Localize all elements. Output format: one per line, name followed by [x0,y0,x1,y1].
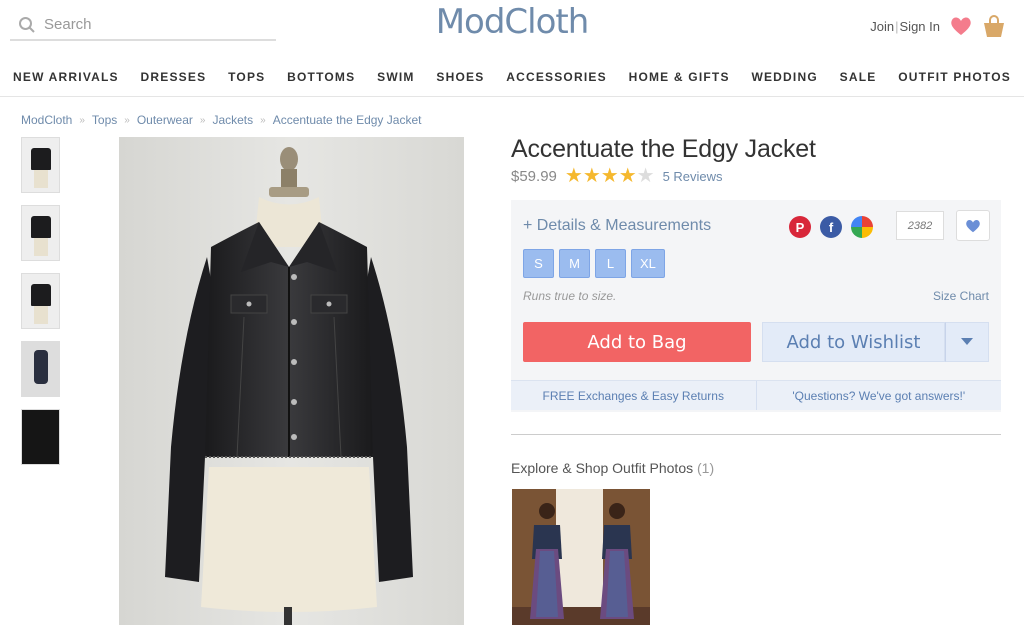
thumbnail-3[interactable] [21,273,60,329]
join-link[interactable]: Join [870,19,894,34]
size-button-m[interactable]: M [559,249,590,278]
modcloth-logo[interactable]: ModCloth [436,2,590,42]
outfit-photos [512,489,650,625]
thumbnail-5[interactable] [21,409,60,465]
nav-shoes[interactable]: SHOES [436,63,484,91]
size-button-xl[interactable]: XL [631,249,665,278]
outfit-photo-image [512,489,581,625]
breadcrumb-separator: » [124,114,130,126]
breadcrumb-separator: » [79,114,85,126]
reviews-link[interactable]: 5 Reviews [663,169,723,184]
breadcrumb-modcloth[interactable]: ModCloth [21,113,72,127]
price-rating-row: $59.99 ★ ★ ★ ★ ★ 5 Reviews [511,165,723,187]
rating-stars[interactable]: ★ ★ ★ ★ ★ [564,165,655,187]
nav-home-gifts[interactable]: HOME & GIFTS [629,63,730,91]
star-empty-icon: ★ [636,165,655,187]
google-share-icon[interactable] [851,216,873,238]
thumbnail-4[interactable] [21,341,60,397]
perks-bar: FREE Exchanges & Easy Returns 'Questions… [511,380,1001,410]
purchase-panel: + Details & Measurements P f 2382 S M L … [511,200,1001,412]
product-price: $59.99 [511,167,557,185]
nav-wedding[interactable]: WEDDING [751,63,817,91]
outfit-photo-2[interactable] [581,489,650,625]
size-chart-link[interactable]: Size Chart [933,289,989,303]
breadcrumb-current: Accentuate the Edgy Jacket [272,113,422,127]
bag-icon[interactable] [982,14,1006,38]
save-count: 2382 [896,211,944,240]
nav-accessories[interactable]: ACCESSORIES [506,63,607,91]
chevron-down-icon [961,338,973,345]
product-title: Accentuate the Edgy Jacket [511,135,816,163]
search-icon [19,16,35,33]
breadcrumb-outerwear[interactable]: Outerwear [137,113,193,127]
section-divider [511,434,1001,435]
breadcrumb: ModCloth » Tops » Outerwear » Jackets » … [21,113,421,127]
facebook-icon[interactable]: f [820,216,842,238]
star-icon: ★ [582,165,601,187]
account-separator: | [895,18,899,34]
search-bar[interactable] [10,10,276,41]
breadcrumb-separator: » [199,114,206,126]
site-header: ModCloth Join|Sign In [0,0,1024,56]
size-button-s[interactable]: S [523,249,554,278]
thumbnail-1[interactable] [21,137,60,193]
sign-in-link[interactable]: Sign In [900,19,940,34]
breadcrumb-separator: » [260,114,266,126]
explore-count: (1) [697,460,715,476]
thumbnail-list [21,137,60,477]
free-exchanges-link[interactable]: FREE Exchanges & Easy Returns [511,381,756,410]
social-share: P f [789,216,873,238]
size-button-l[interactable]: L [595,249,626,278]
size-selector: S M L XL [523,249,665,278]
breadcrumb-jackets[interactable]: Jackets [212,113,253,127]
questions-link[interactable]: 'Questions? We've got answers!' [755,381,1002,410]
account-area: Join|Sign In [870,14,1006,38]
add-to-bag-button[interactable]: Add to Bag [523,322,751,362]
outfit-photo-image [581,489,650,625]
star-icon: ★ [618,165,637,187]
main-nav: NEW ARRIVALS DRESSES TOPS BOTTOMS SWIM S… [0,63,1024,97]
pinterest-icon[interactable]: P [789,216,811,238]
details-measurements-link[interactable]: + Details & Measurements [523,217,711,235]
save-heart-button[interactable] [956,210,990,241]
thumbnail-2[interactable] [21,205,60,261]
explore-outfit-heading: Explore & Shop Outfit Photos (1) [511,460,714,476]
breadcrumb-tops[interactable]: Tops [92,113,117,127]
fit-note: Runs true to size. [523,289,617,303]
product-image[interactable] [119,137,464,625]
outfit-photo-1[interactable] [512,489,581,625]
nav-swim[interactable]: SWIM [377,63,414,91]
nav-outfit-photos[interactable]: OUTFIT PHOTOS [898,63,1011,91]
nav-tops[interactable]: TOPS [228,63,265,91]
explore-label: Explore & Shop Outfit Photos [511,460,694,476]
heart-icon [966,219,980,232]
jacket-on-dress-form-image [119,137,464,625]
wishlist-dropdown-button[interactable] [945,322,989,362]
add-to-wishlist-button[interactable]: Add to Wishlist [762,322,945,362]
nav-sale[interactable]: SALE [840,63,877,91]
nav-dresses[interactable]: DRESSES [141,63,207,91]
search-input[interactable] [44,16,264,33]
nav-bottoms[interactable]: BOTTOMS [287,63,355,91]
star-icon: ★ [564,165,583,187]
nav-new-arrivals[interactable]: NEW ARRIVALS [13,63,119,91]
heart-icon[interactable] [950,16,972,36]
star-icon: ★ [600,165,619,187]
